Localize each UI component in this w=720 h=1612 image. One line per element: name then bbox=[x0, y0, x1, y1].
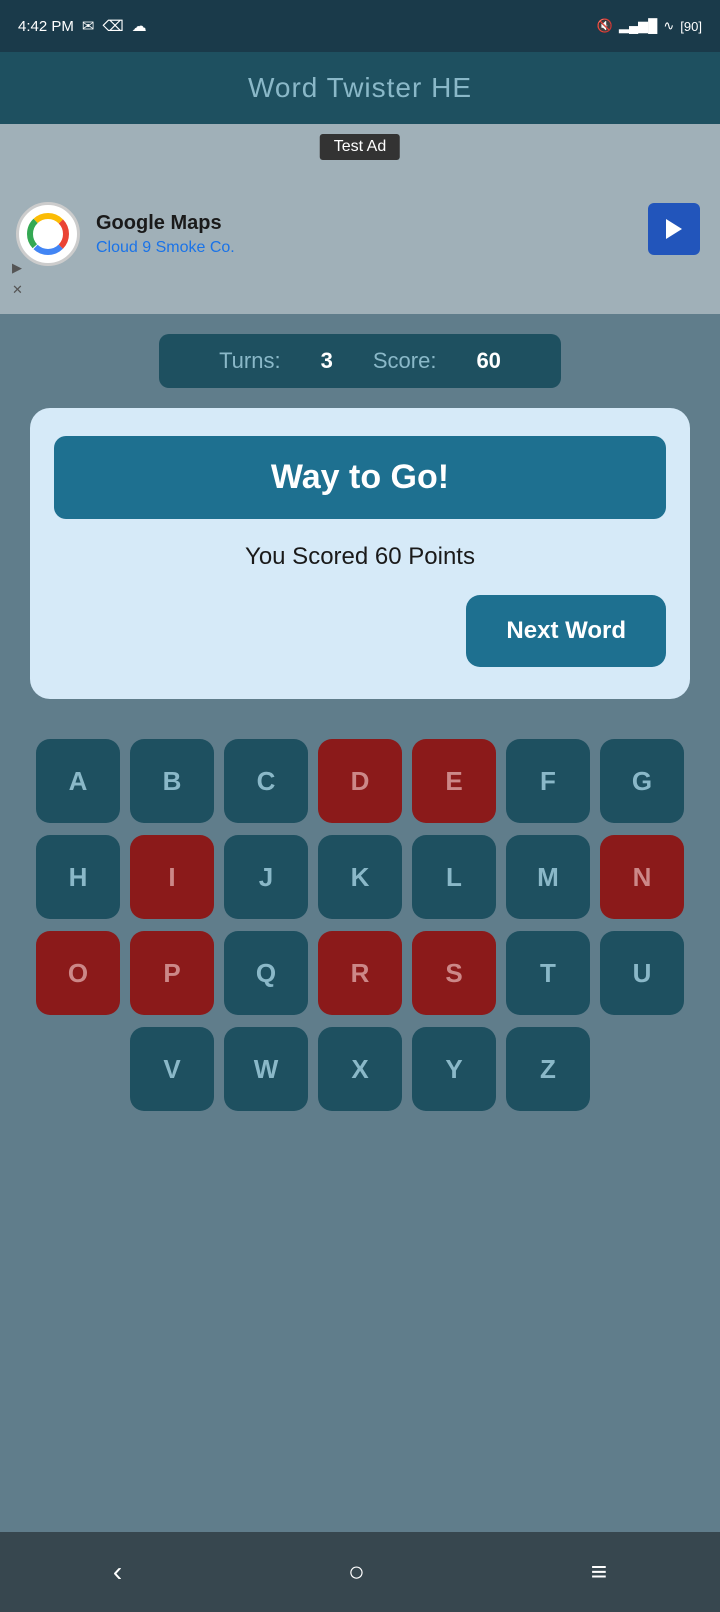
modal-body: You Scored 60 Points bbox=[54, 543, 666, 571]
key-row-3: VWXYZ bbox=[10, 1027, 710, 1111]
turns-label: Turns: bbox=[219, 348, 281, 374]
wifi-icon: ∿ bbox=[663, 18, 674, 34]
modal-header: Way to Go! bbox=[54, 436, 666, 519]
ad-company: Google Maps bbox=[96, 212, 235, 235]
whatsapp-icon: ✉ bbox=[82, 17, 95, 35]
key-row-2: OPQRSTU bbox=[10, 931, 710, 1015]
key-b[interactable]: B bbox=[130, 739, 214, 823]
key-f[interactable]: F bbox=[506, 739, 590, 823]
back-button[interactable]: ‹ bbox=[83, 1546, 152, 1598]
home-button[interactable]: ○ bbox=[318, 1546, 395, 1598]
key-row-1: HIJKLMN bbox=[10, 835, 710, 919]
modal-score-text: You Scored 60 Points bbox=[245, 543, 475, 570]
key-c[interactable]: C bbox=[224, 739, 308, 823]
key-x[interactable]: X bbox=[318, 1027, 402, 1111]
key-z[interactable]: Z bbox=[506, 1027, 590, 1111]
ad-subtitle: Cloud 9 Smoke Co. bbox=[96, 239, 235, 257]
key-q[interactable]: Q bbox=[224, 931, 308, 1015]
nav-bar: ‹ ○ ≡ bbox=[0, 1532, 720, 1612]
battery-icon: [90] bbox=[680, 19, 702, 34]
key-g[interactable]: G bbox=[600, 739, 684, 823]
key-u[interactable]: U bbox=[600, 931, 684, 1015]
modal-wrapper: Way to Go! You Scored 60 Points Next Wor… bbox=[0, 408, 720, 719]
key-p[interactable]: P bbox=[130, 931, 214, 1015]
score-label: Score: bbox=[373, 348, 437, 374]
key-o[interactable]: O bbox=[36, 931, 120, 1015]
result-modal: Way to Go! You Scored 60 Points Next Wor… bbox=[30, 408, 690, 699]
key-l[interactable]: L bbox=[412, 835, 496, 919]
key-y[interactable]: Y bbox=[412, 1027, 496, 1111]
signal-icon: ▂▄▆█ bbox=[619, 18, 657, 34]
score-bar: Turns: 3 Score: 60 bbox=[159, 334, 561, 388]
key-a[interactable]: A bbox=[36, 739, 120, 823]
key-m[interactable]: M bbox=[506, 835, 590, 919]
ad-play-btn[interactable]: ▶ bbox=[12, 260, 23, 276]
key-t[interactable]: T bbox=[506, 931, 590, 1015]
status-right: 🔇 ▂▄▆█ ∿ [90] bbox=[597, 18, 702, 34]
app-title: Word Twister HE bbox=[248, 72, 472, 104]
key-v[interactable]: V bbox=[130, 1027, 214, 1111]
score-bar-wrapper: Turns: 3 Score: 60 bbox=[0, 314, 720, 408]
ad-text-block: Google Maps Cloud 9 Smoke Co. bbox=[96, 212, 235, 257]
time-display: 4:42 PM bbox=[18, 18, 74, 35]
key-s[interactable]: S bbox=[412, 931, 496, 1015]
vibrate-icon: 🔇 bbox=[597, 18, 613, 34]
key-w[interactable]: W bbox=[224, 1027, 308, 1111]
status-bar: 4:42 PM ✉ ⌫ ☁ 🔇 ▂▄▆█ ∿ [90] bbox=[0, 0, 720, 52]
modal-header-text: Way to Go! bbox=[271, 458, 449, 496]
title-bar: Word Twister HE bbox=[0, 52, 720, 124]
ad-label: Test Ad bbox=[320, 134, 400, 160]
key-r[interactable]: R bbox=[318, 931, 402, 1015]
cloud-icon: ☁ bbox=[132, 17, 147, 35]
key-i[interactable]: I bbox=[130, 835, 214, 919]
google-logo bbox=[16, 202, 80, 266]
keyboard-area: ABCDEFG HIJKLMN OPQRSTU VWXYZ bbox=[0, 719, 720, 1532]
key-k[interactable]: K bbox=[318, 835, 402, 919]
ad-nav-icon[interactable] bbox=[648, 203, 700, 255]
score-value: 60 bbox=[476, 348, 500, 374]
key-row-0: ABCDEFG bbox=[10, 739, 710, 823]
menu-button[interactable]: ≡ bbox=[561, 1546, 637, 1598]
usb-icon: ⌫ bbox=[102, 17, 123, 35]
ad-controls: ▶ ✕ bbox=[12, 260, 23, 298]
key-j[interactable]: J bbox=[224, 835, 308, 919]
key-h[interactable]: H bbox=[36, 835, 120, 919]
turns-value: 3 bbox=[321, 348, 333, 374]
key-n[interactable]: N bbox=[600, 835, 684, 919]
ad-content: Google Maps Cloud 9 Smoke Co. bbox=[16, 202, 235, 266]
ad-banner: Test Ad Google Maps Cloud 9 Smoke Co. ▶ … bbox=[0, 124, 720, 314]
status-left: 4:42 PM ✉ ⌫ ☁ bbox=[18, 17, 147, 35]
next-word-button[interactable]: Next Word bbox=[466, 595, 666, 667]
modal-footer: Next Word bbox=[54, 595, 666, 667]
key-e[interactable]: E bbox=[412, 739, 496, 823]
ad-close-btn[interactable]: ✕ bbox=[12, 282, 23, 298]
key-d[interactable]: D bbox=[318, 739, 402, 823]
